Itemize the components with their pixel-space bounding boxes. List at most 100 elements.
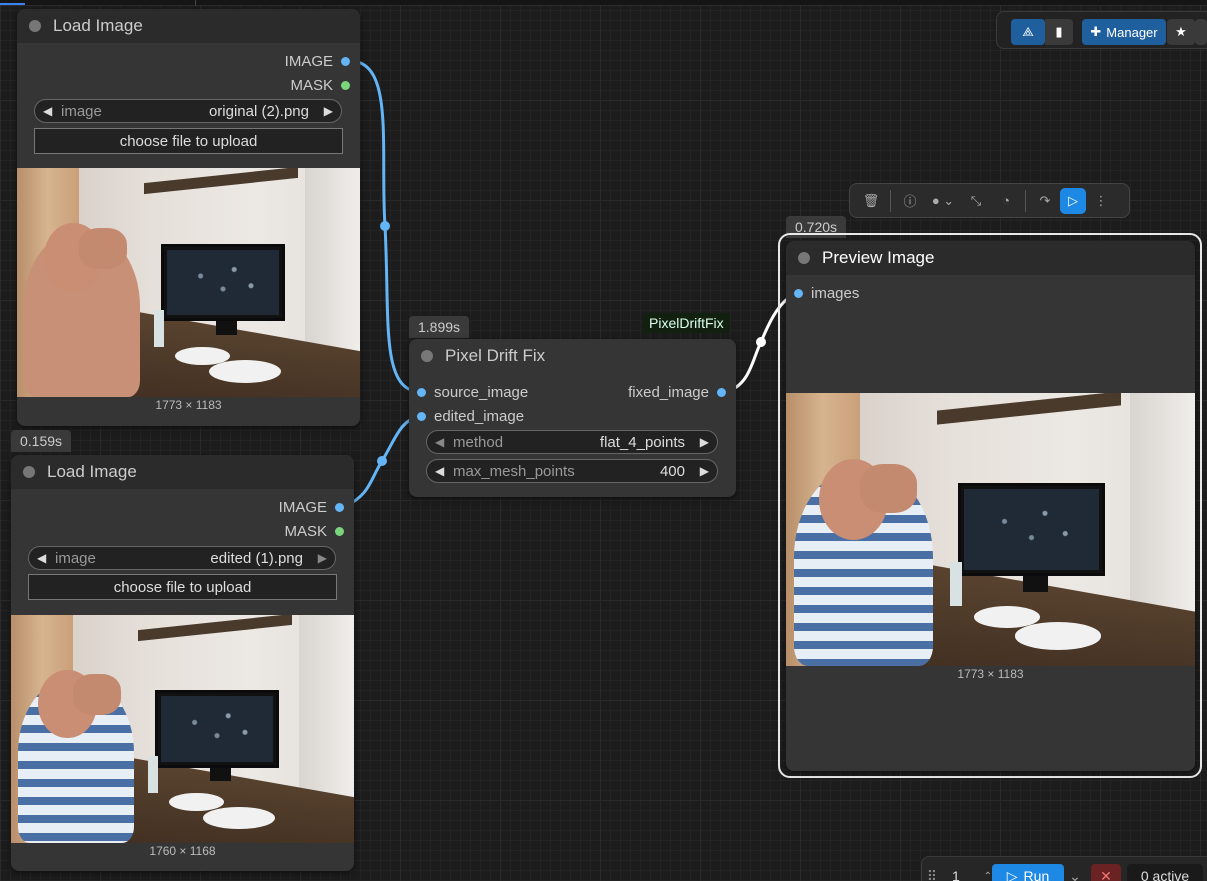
run-node-icon[interactable]: ▷ bbox=[1060, 187, 1086, 214]
image-slot-icon[interactable] bbox=[417, 388, 426, 397]
upload-button[interactable]: choose file to upload bbox=[28, 574, 337, 600]
stepper-up-icon[interactable]: ⌃ bbox=[984, 871, 992, 881]
cancel-icon[interactable]: ✕ bbox=[1091, 864, 1121, 881]
batch-count-value: 1 bbox=[952, 868, 960, 881]
input-source-image[interactable]: source_image bbox=[417, 384, 528, 401]
delete-icon[interactable]: 🗑 bbox=[856, 188, 886, 214]
more-options-icon[interactable]: ⋮ bbox=[1086, 188, 1116, 214]
node-title-bar[interactable]: Load Image bbox=[11, 455, 354, 489]
arrow-right-icon[interactable]: ▶ bbox=[695, 435, 709, 449]
node-title-bar[interactable]: Pixel Drift Fix bbox=[409, 339, 736, 373]
execution-time-badge: 1.899s bbox=[409, 316, 470, 338]
link-reroute-dot bbox=[756, 337, 766, 347]
execution-time-badge: 0.159s bbox=[11, 430, 72, 452]
image-slot-icon[interactable] bbox=[335, 503, 344, 512]
node-title: Preview Image bbox=[822, 248, 935, 267]
batch-count-input[interactable]: 1 ⌃ bbox=[944, 864, 992, 881]
widget-value: flat_4_points bbox=[599, 433, 685, 451]
node-title-bar[interactable]: Load Image bbox=[17, 9, 360, 43]
active-queue-count[interactable]: 0 active bbox=[1127, 864, 1203, 881]
arrow-right-icon[interactable]: ▶ bbox=[695, 464, 709, 478]
output-label: IMAGE bbox=[284, 53, 333, 70]
mask-slot-icon[interactable] bbox=[335, 527, 344, 536]
puzzle-icon: ✚ bbox=[1090, 24, 1102, 39]
image-dimensions: 1773 × 1183 bbox=[155, 398, 222, 412]
link-reroute-dot bbox=[377, 456, 387, 466]
input-label: images bbox=[811, 285, 860, 302]
method-combo-widget[interactable]: ◀ method flat_4_points ▶ bbox=[426, 430, 718, 454]
image-combo-widget[interactable]: ◀ image original (2).png ▶ bbox=[34, 99, 342, 123]
bookmark-icon[interactable]: ▮ bbox=[1045, 19, 1073, 45]
image-combo-widget[interactable]: ◀ image edited (1).png ▶ bbox=[28, 546, 336, 570]
widget-value: 400 bbox=[659, 462, 685, 480]
star-icon[interactable]: ★ bbox=[1167, 19, 1195, 45]
play-icon: ▷ bbox=[1006, 867, 1018, 881]
image-preview bbox=[786, 393, 1195, 666]
arrow-left-icon[interactable]: ◀ bbox=[435, 464, 449, 478]
link-reroute-dot bbox=[380, 221, 390, 231]
preview-image-node[interactable]: Preview Image images 1773 × 1183 bbox=[786, 241, 1195, 771]
manager-label: Manager bbox=[1106, 24, 1158, 40]
arrow-left-icon[interactable]: ◀ bbox=[435, 435, 449, 449]
toolbar-divider bbox=[890, 189, 891, 212]
image-slot-icon[interactable] bbox=[794, 289, 803, 298]
overflow-icon[interactable] bbox=[1195, 19, 1207, 45]
node-title: Load Image bbox=[53, 16, 143, 35]
color-picker-icon[interactable]: ● ⌄ bbox=[925, 188, 961, 214]
widget-name: image bbox=[55, 549, 96, 567]
collapse-icon[interactable]: ⤡ bbox=[961, 188, 991, 214]
queue-bar: ⠿ 1 ⌃ ▷ Run ⌄ ✕ 0 active bbox=[921, 856, 1207, 881]
load-image-node-1[interactable]: Load Image IMAGE MASK ◀ image original (… bbox=[17, 9, 360, 426]
upload-button[interactable]: choose file to upload bbox=[34, 128, 343, 154]
run-button[interactable]: ▷ Run bbox=[992, 864, 1064, 881]
image-preview bbox=[17, 168, 360, 397]
run-options-chevron-icon[interactable]: ⌄ bbox=[1064, 864, 1086, 881]
input-edited-image[interactable]: edited_image bbox=[417, 408, 524, 425]
widget-value: original (2).png bbox=[208, 102, 309, 120]
pixel-drift-fix-node[interactable]: Pixel Drift Fix source_image edited_imag… bbox=[409, 339, 736, 497]
bypass-icon[interactable]: ◔ bbox=[991, 188, 1021, 214]
widget-name: max_mesh_points bbox=[453, 462, 575, 480]
image-slot-icon[interactable] bbox=[341, 57, 350, 66]
drag-handle-icon[interactable]: ⠿ bbox=[926, 864, 938, 881]
info-icon[interactable]: ⓘ bbox=[895, 188, 925, 214]
input-label: edited_image bbox=[434, 408, 525, 425]
image-preview bbox=[11, 615, 354, 843]
load-image-node-2[interactable]: Load Image IMAGE MASK ◀ image edited (1)… bbox=[11, 455, 354, 871]
collapse-dot-icon[interactable] bbox=[421, 350, 433, 362]
arrow-left-icon[interactable]: ◀ bbox=[37, 551, 51, 565]
run-label: Run bbox=[1023, 868, 1050, 881]
image-slot-icon[interactable] bbox=[417, 412, 426, 421]
node-source-badge: PixelDriftFix bbox=[643, 313, 730, 333]
redo-icon[interactable]: ↷ bbox=[1030, 188, 1060, 214]
widget-name: method bbox=[453, 433, 504, 451]
arrow-right-icon[interactable]: ▶ bbox=[319, 104, 333, 118]
collapse-dot-icon[interactable] bbox=[29, 20, 41, 32]
output-label: fixed_image bbox=[628, 384, 709, 401]
mask-slot-icon[interactable] bbox=[341, 81, 350, 90]
arrow-left-icon[interactable]: ◀ bbox=[43, 104, 57, 118]
arrow-right-icon[interactable]: ▶ bbox=[313, 551, 327, 565]
input-images[interactable]: images bbox=[794, 285, 859, 302]
output-image[interactable]: IMAGE bbox=[285, 53, 350, 70]
widget-name: image bbox=[61, 102, 102, 120]
top-menubar: ⟁ ▮ ✚ Manager ★ bbox=[996, 11, 1207, 49]
image-slot-icon[interactable] bbox=[717, 388, 726, 397]
output-mask[interactable]: MASK bbox=[284, 523, 344, 540]
output-image[interactable]: IMAGE bbox=[279, 499, 344, 516]
collapse-dot-icon[interactable] bbox=[798, 252, 810, 264]
output-label: MASK bbox=[284, 523, 327, 540]
widget-value: edited (1).png bbox=[210, 549, 303, 567]
max-mesh-points-widget[interactable]: ◀ max_mesh_points 400 ▶ bbox=[426, 459, 718, 483]
manager-button[interactable]: ✚ Manager bbox=[1082, 19, 1166, 45]
collapse-dot-icon[interactable] bbox=[23, 466, 35, 478]
output-mask[interactable]: MASK bbox=[290, 77, 350, 94]
output-fixed-image[interactable]: fixed_image bbox=[628, 384, 726, 401]
node-title-bar[interactable]: Preview Image bbox=[786, 241, 1195, 275]
input-label: source_image bbox=[434, 384, 529, 401]
image-dimensions: 1760 × 1168 bbox=[149, 844, 216, 858]
image-dimensions: 1773 × 1183 bbox=[957, 667, 1024, 681]
output-label: MASK bbox=[290, 77, 333, 94]
comfy-logo-icon[interactable]: ⟁ bbox=[1011, 19, 1045, 45]
node-title: Load Image bbox=[47, 462, 137, 481]
